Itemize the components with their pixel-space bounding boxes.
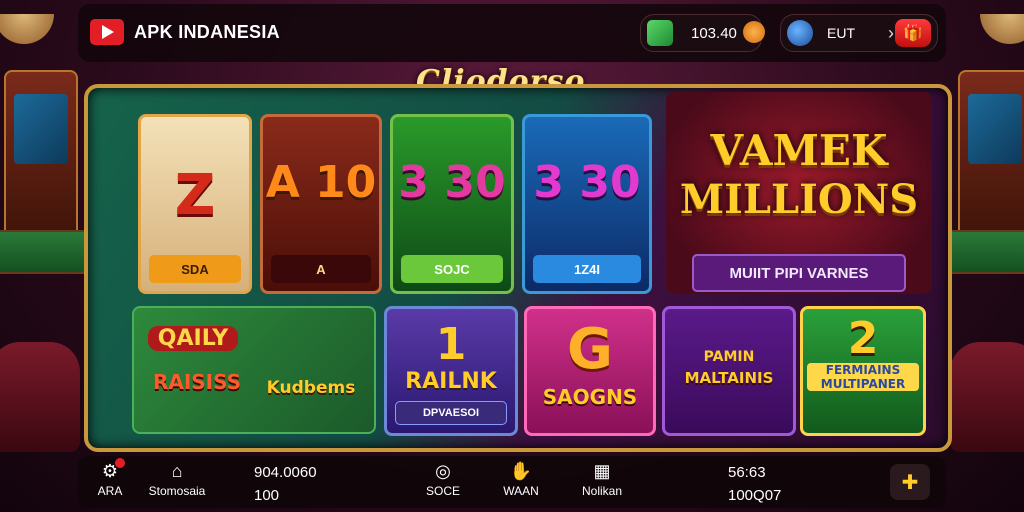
background-table	[946, 230, 1024, 274]
background-slot-machine	[4, 70, 78, 254]
globe-icon	[787, 20, 813, 46]
region-selector[interactable]: EUT › 🎁	[780, 14, 938, 52]
brand-name: APK INDANESIA	[134, 21, 280, 42]
nav-button-2[interactable]: ✋ WAAN	[496, 460, 546, 499]
profile-icon: ✚	[901, 471, 919, 494]
coin-icon	[743, 21, 765, 43]
menu-icon: ▦	[593, 460, 611, 481]
game-title: PAMIN	[703, 349, 755, 365]
game-card-maltainis[interactable]: PAMIN MALTAINIS	[662, 306, 796, 436]
reel-symbol: 3 30	[398, 157, 506, 208]
profile-button[interactable]: ✚	[890, 464, 930, 500]
search-icon: ◎	[435, 460, 451, 481]
notification-badge	[115, 458, 125, 468]
stat-display: 56:63 100Q07	[728, 464, 798, 504]
reel-label: SOJC	[401, 255, 503, 283]
nav-button-3-label: Nolikan	[581, 484, 623, 498]
stat-bottom: 100Q07	[728, 487, 782, 504]
game-card-railnk[interactable]: 1 RAILNK DPVAESOI	[384, 306, 518, 436]
game-extra: Kudbems	[266, 378, 356, 398]
game-subtitle: RAISISS	[152, 370, 242, 394]
game-title: G	[567, 317, 613, 382]
coin-value: 103.40	[691, 24, 737, 42]
reel-label: SDA	[149, 255, 241, 283]
balance-top: 904.0060	[254, 464, 317, 481]
bottom-nav: ⚙ ARA ⌂ Stomosaia 904.0060 100 ◎ SOCE ✋ …	[78, 456, 946, 508]
coin-balance[interactable]: 103.40	[640, 14, 765, 52]
reel-card-4[interactable]: 3 30 1Z4I	[522, 114, 652, 294]
reel-card-1[interactable]: Z SDA	[138, 114, 252, 294]
play-logo-icon	[90, 19, 124, 45]
ceiling-lamp	[980, 14, 1024, 44]
brand[interactable]: APK INDANESIA	[90, 19, 280, 45]
nav-shop-label: Stomosaia	[148, 484, 206, 498]
region-code: EUT	[827, 25, 855, 41]
nav-button-3[interactable]: ▦ Nolikan	[572, 460, 632, 499]
stat-top: 56:63	[728, 464, 766, 481]
balance-display: 904.0060 100	[254, 464, 344, 504]
featured-millions-card[interactable]: VAMEK MILLIONS MUIIT PIPI VARNES	[666, 92, 932, 294]
shop-icon: ⌂	[171, 460, 183, 481]
reel-symbol: Z	[174, 163, 216, 228]
reel-symbol: 3 30	[533, 157, 641, 208]
game-badge: DPVAESOI	[395, 401, 507, 425]
nav-home[interactable]: ⚙ ARA	[88, 458, 132, 498]
featured-play-button[interactable]: MUIIT PIPI VARNES	[692, 254, 906, 292]
reel-card-2[interactable]: A 10 A	[260, 114, 382, 294]
nav-shop[interactable]: ⌂ Stomosaia	[144, 460, 210, 499]
game-subtitle: RAILNK	[405, 369, 497, 394]
gift-icon: 🎁	[903, 25, 923, 42]
game-card-saogns[interactable]: G SAOGNS	[524, 306, 656, 436]
game-card-raisiss[interactable]: QAILY RAISISS Kudbems	[132, 306, 376, 434]
gift-button[interactable]: 🎁	[895, 19, 931, 47]
featured-title-line2: MILLIONS	[679, 176, 919, 223]
gem-icon	[647, 20, 673, 46]
game-card-multipaner[interactable]: 2 FERMIAINS MULTIPANER	[800, 306, 926, 436]
game-subtitle: MALTAINIS	[684, 369, 774, 387]
game-subtitle: SAOGNS	[542, 385, 638, 409]
top-bar: APK INDANESIA 103.40 EUT › 🎁	[78, 4, 946, 62]
background-chair	[950, 342, 1024, 452]
featured-title-line1: VAMEK	[710, 126, 888, 175]
nav-home-label: ARA	[97, 484, 123, 498]
reel-label: 1Z4I	[533, 255, 641, 283]
game-title: 1	[435, 319, 467, 370]
game-title: QAILY	[148, 326, 238, 351]
reel-symbol: A 10	[265, 157, 377, 208]
balance-bottom: 100	[254, 487, 280, 504]
background-slot-machine	[958, 70, 1024, 254]
nav-button-1-label: SOCE	[425, 484, 460, 498]
ceiling-lamp	[0, 14, 54, 44]
reel-card-3[interactable]: 3 30 SOJC	[390, 114, 514, 294]
game-lobby-panel: Z SDA A 10 A 3 30 SOJC 3 30 1Z4I VAMEK M…	[84, 84, 952, 452]
nav-button-1[interactable]: ◎ SOCE	[418, 460, 468, 499]
game-subtitle: FERMIAINS MULTIPANER	[807, 363, 919, 391]
hand-icon: ✋	[509, 460, 533, 481]
background-chair	[0, 342, 80, 452]
settings-icon: ⚙	[97, 458, 125, 482]
nav-button-2-label: WAAN	[503, 484, 539, 498]
reel-label: A	[271, 255, 371, 283]
game-title: 2	[847, 313, 879, 364]
